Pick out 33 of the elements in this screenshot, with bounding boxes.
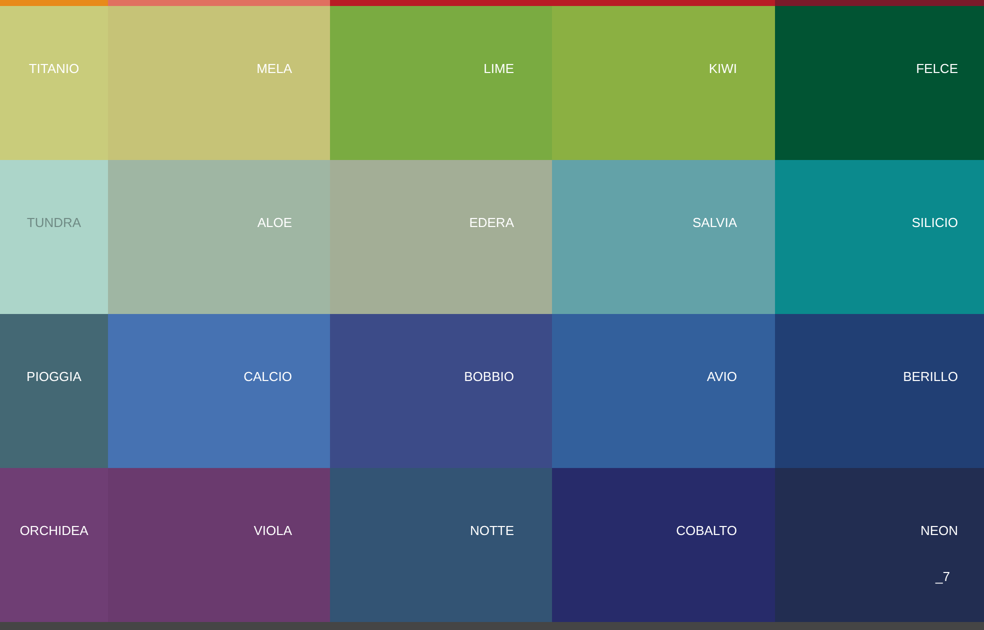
swatch-label: TUNDRA [26,215,82,231]
swatch-label: ALOE [257,215,292,231]
swatch-label: PIOGGIA [26,369,82,385]
swatch-label: CALCIO [244,369,292,385]
swatch-label: NEON [920,523,958,539]
swatch-note: _7 [936,569,950,584]
swatch-label: LIME [484,61,514,77]
swatch-label: BERILLO [903,369,958,385]
swatch-label: VIOLA [254,523,292,539]
swatch-label: MELA [256,61,292,77]
swatch-label: SILICIO [912,215,958,231]
color-swatch[interactable]: AVIO [552,314,775,468]
color-swatch[interactable]: ORCHIDEA [0,468,108,622]
swatch-label: AVIO [706,369,737,385]
swatch-label: KIWI [708,61,737,77]
swatch-label: FELCE [916,61,958,77]
color-swatch[interactable]: VIOLA [108,468,330,622]
color-swatch[interactable]: PIOGGIA [0,314,108,468]
swatch-label: EDERA [469,215,514,231]
color-swatch[interactable]: CALCIO [108,314,330,468]
swatch-label: TITANIO [28,61,80,77]
color-swatch[interactable]: COBALTO [552,468,775,622]
swatch-label: COBALTO [676,523,737,539]
color-swatch[interactable]: SILICIO [775,160,984,314]
color-swatch[interactable]: FELCE [775,6,984,160]
swatch-label: ORCHIDEA [20,523,88,539]
color-swatch[interactable]: BERILLO [775,314,984,468]
swatch-label: NOTTE [470,523,514,539]
swatch-label: BOBBIO [464,369,514,385]
color-swatch[interactable]: NOTTE [330,468,552,622]
color-swatch[interactable]: BOBBIO [330,314,552,468]
swatch-label: SALVIA [692,215,737,231]
color-swatch[interactable]: NEON _7 [775,468,984,622]
